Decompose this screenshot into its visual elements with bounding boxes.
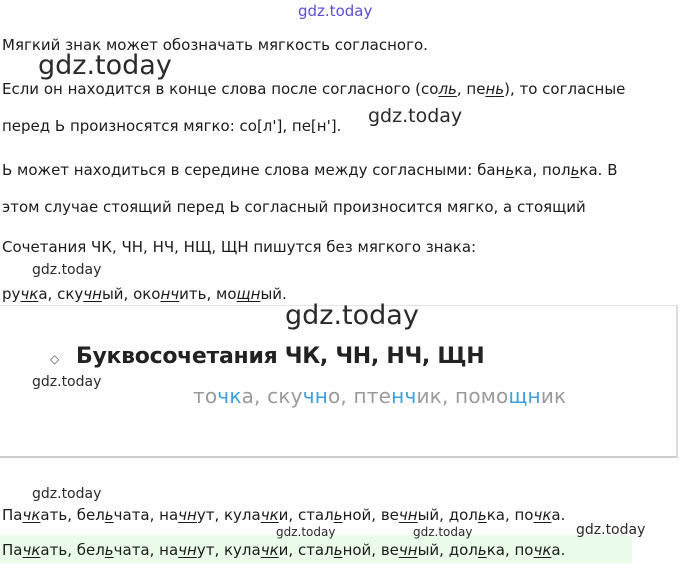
watermark-4: gdz.today — [285, 300, 419, 331]
watermark-5: gdz.today — [32, 374, 102, 390]
answer-line-2: Пачкать, бельчата, начнут, кулачки, стал… — [2, 541, 566, 559]
text-line-4: Ь может находиться в середине слова межд… — [2, 161, 618, 179]
text-line-5: этом случае стоящий перед Ь согласный пр… — [2, 198, 586, 216]
text-line-7: ручка, скучный, окончить, мощный. — [2, 285, 287, 303]
text-line-2: Если он находится в конце слова после со… — [2, 80, 626, 98]
watermark-1: gdz.today — [38, 50, 172, 81]
watermark-7: gdz.today — [276, 525, 336, 539]
diamond-icon: ◇ — [50, 352, 60, 366]
watermark-top: gdz.today — [298, 2, 373, 20]
answer-line-1: Пачкать, бельчата, начнут, кулачки, стал… — [2, 506, 566, 524]
rule-card-examples: точка, скучно, птенчик, помощник — [193, 384, 567, 408]
watermark-8: gdz.today — [413, 525, 473, 539]
watermark-6: gdz.today — [32, 486, 102, 502]
watermark-9: gdz.today — [576, 522, 646, 538]
text-line-3: перед Ь произносятся мягко: со[л'], пе[н… — [2, 117, 342, 135]
rule-card-title: Буквосочетания ЧК, ЧН, НЧ, ЩН — [76, 344, 485, 369]
watermark-2: gdz.today — [368, 105, 463, 127]
watermark-3: gdz.today — [32, 262, 102, 278]
text-line-6: Сочетания ЧК, ЧН, НЧ, НЩ, ЩН пишутся без… — [2, 238, 477, 256]
